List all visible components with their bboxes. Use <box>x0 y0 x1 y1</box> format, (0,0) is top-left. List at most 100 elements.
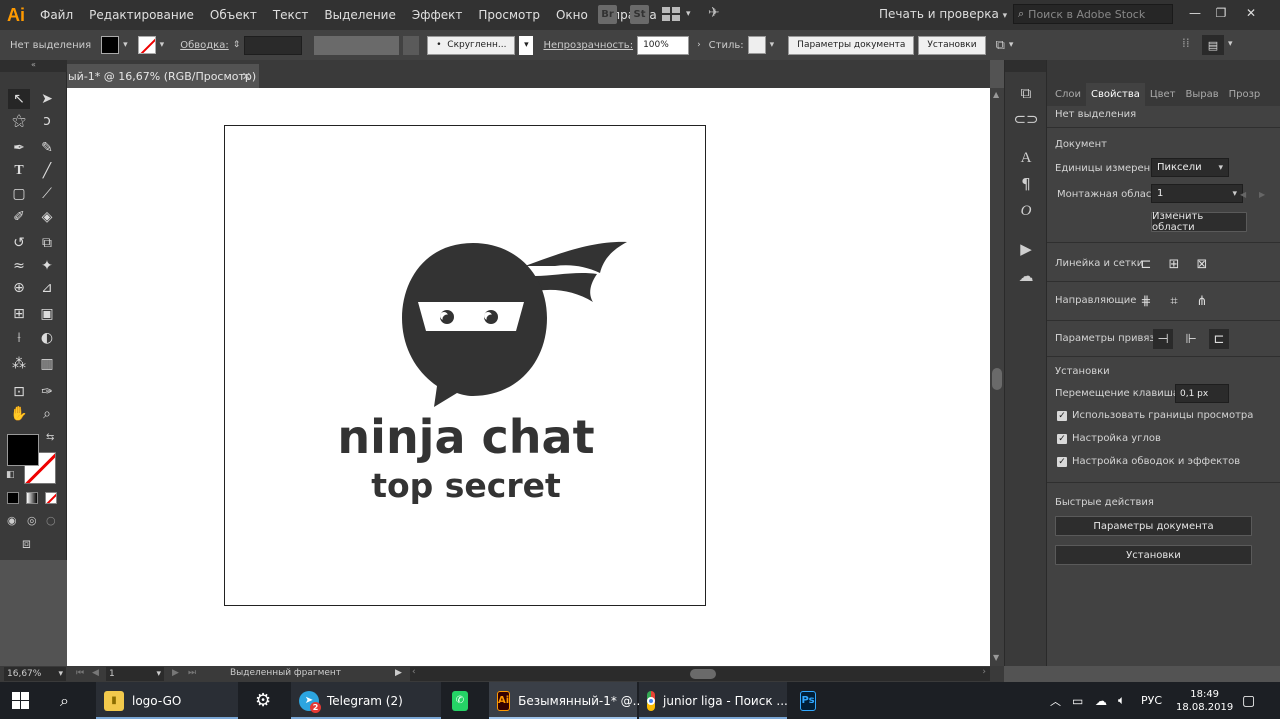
rotate-tool-icon[interactable]: ↺ <box>8 233 30 253</box>
paragraph-icon[interactable]: ¶ <box>1015 173 1037 195</box>
artboard[interactable]: ninja chat top secret <box>224 125 706 606</box>
hand-tool-icon[interactable]: ✋ <box>8 404 30 424</box>
previous-artboard-icon[interactable]: ◀ <box>92 668 99 678</box>
vertical-scrollbar[interactable]: ▲ ▼ <box>990 88 1004 666</box>
scroll-down-icon[interactable]: ▼ <box>993 653 999 662</box>
swap-colors-icon[interactable]: ⇆ <box>46 432 54 443</box>
clock[interactable]: 18:49 18.08.2019 <box>1176 682 1233 719</box>
paintbrush-tool-icon[interactable]: ⟋ <box>36 184 58 204</box>
character-icon[interactable]: A <box>1015 147 1037 169</box>
stroke-swatch[interactable] <box>137 36 156 54</box>
artboard-number-select[interactable]: 1 ▾ <box>106 667 164 681</box>
slice-tool-icon[interactable]: ✑ <box>36 382 58 402</box>
line-tool-icon[interactable]: ╱ <box>36 161 58 181</box>
mesh-tool-icon[interactable]: ⊞ <box>8 304 30 324</box>
chevron-down-icon[interactable] <box>403 35 420 55</box>
scale-tool-icon[interactable]: ⧉ <box>36 233 58 253</box>
tab-align[interactable]: Вырав <box>1180 89 1223 106</box>
magic-wand-icon[interactable]: ⚝ <box>8 111 30 131</box>
next-artboard-icon[interactable]: ▶ <box>172 668 179 678</box>
graphic-style-swatch[interactable] <box>747 36 766 54</box>
shape-builder-icon[interactable]: ⊕ <box>8 278 30 298</box>
chevron-down-icon[interactable]: ▾ <box>770 40 775 50</box>
pen-tool-icon[interactable]: ✒ <box>8 138 30 158</box>
bridge-button[interactable]: Br <box>598 5 617 24</box>
variable-width-profile[interactable] <box>314 35 400 55</box>
draw-normal-icon[interactable]: ◉ <box>7 514 17 527</box>
arrange-documents-icon[interactable] <box>662 7 680 21</box>
brush-definition[interactable]: • Скругленн... <box>427 35 516 55</box>
warp-tool-icon[interactable]: ≈ <box>8 256 30 276</box>
panel-menu-icon[interactable]: ▤ <box>1202 35 1224 55</box>
transparency-grid-icon[interactable]: ⊠ <box>1192 254 1212 274</box>
none-mode-icon[interactable] <box>45 492 57 504</box>
tab-transparency[interactable]: Прозр <box>1224 89 1266 106</box>
taskbar-whatsapp[interactable]: ✆ <box>452 682 476 719</box>
show-guides-icon[interactable]: ⋕ <box>1136 291 1156 311</box>
gradient-mode-icon[interactable] <box>26 492 38 504</box>
stock-button[interactable]: St <box>630 5 649 24</box>
language-indicator[interactable]: РУС <box>1141 682 1162 719</box>
rectangle-tool-icon[interactable]: ▢ <box>8 184 30 204</box>
lock-guides-icon[interactable]: ⌗ <box>1164 291 1184 311</box>
taskbar-telegram[interactable]: ➤ 2 Telegram (2) <box>291 682 441 719</box>
perspective-grid-icon[interactable]: ⊿ <box>36 278 58 298</box>
collapse-icon[interactable]: « <box>0 60 67 72</box>
default-colors-icon[interactable]: ◧ <box>6 470 15 480</box>
next-artboard-icon[interactable]: ▶ <box>1259 190 1265 199</box>
scroll-thumb[interactable] <box>992 368 1002 390</box>
transform-icon[interactable]: ⁞⁞ <box>1182 36 1190 50</box>
direct-selection-tool-icon[interactable]: ➤ <box>36 89 58 109</box>
zoom-tool-icon[interactable]: ⌕ <box>36 404 58 424</box>
menu-select[interactable]: Выделение <box>316 8 403 22</box>
color-mode-icon[interactable] <box>7 492 19 504</box>
checkbox-scale-corners[interactable]: ✓ <box>1057 434 1067 444</box>
scroll-right-icon[interactable]: › <box>982 667 986 677</box>
stroke-label[interactable]: Обводка: <box>180 40 229 51</box>
snap-to-point-icon[interactable]: ⊣ <box>1153 329 1173 349</box>
chevron-down-icon[interactable]: ▾ <box>160 40 165 50</box>
status-menu-icon[interactable]: ▶ <box>395 668 402 678</box>
artboard-tool-icon[interactable]: ⊡ <box>8 382 30 402</box>
artboard-select[interactable]: 1 ▾ <box>1151 184 1243 203</box>
volume-icon[interactable]: 🔈︎ <box>1118 682 1125 719</box>
restore-button[interactable]: ❐ <box>1206 6 1236 20</box>
opacity-label[interactable]: Непрозрачность: <box>543 40 633 51</box>
gpu-performance-icon[interactable]: ✈ <box>708 5 720 21</box>
chevron-right-icon[interactable]: › <box>697 40 701 50</box>
close-window-button[interactable]: ✕ <box>1236 6 1266 20</box>
chevron-down-icon[interactable]: ▾ <box>1009 40 1014 50</box>
menu-window[interactable]: Окно <box>548 8 596 22</box>
chevron-down-icon[interactable]: ▾ <box>519 35 534 55</box>
edit-artboards-button[interactable]: Изменить области <box>1151 211 1247 233</box>
snap-to-pixel-icon[interactable]: ⊩ <box>1181 329 1201 349</box>
align-icon[interactable]: ⧉ <box>996 38 1005 53</box>
opentype-icon[interactable]: O <box>1015 200 1037 222</box>
tab-layers[interactable]: Слои <box>1050 89 1086 106</box>
menu-object[interactable]: Объект <box>202 8 265 22</box>
preferences-button[interactable]: Установки <box>918 35 986 55</box>
tab-color[interactable]: Цвет <box>1145 89 1181 106</box>
fill-swatch[interactable] <box>101 36 120 54</box>
menu-edit[interactable]: Редактирование <box>81 8 202 22</box>
quick-preferences-button[interactable]: Установки <box>1055 545 1252 565</box>
menu-view[interactable]: Просмотр <box>470 8 548 22</box>
puppet-warp-icon[interactable]: ✦ <box>36 256 58 276</box>
taskbar-chrome[interactable]: junior liga - Поиск ... <box>639 682 788 719</box>
document-tab[interactable]: ый-1* @ 16,67% (RGB/Просмотр) ✕ <box>64 64 259 88</box>
taskbar-file-explorer[interactable]: ▮ logo-GO <box>96 682 238 719</box>
keyboard-increment-field[interactable]: 0,1 px <box>1175 384 1229 403</box>
lasso-icon[interactable]: ↄ <box>36 111 58 131</box>
stock-search-box[interactable]: ⌕ Поиск в Adobe Stock <box>1013 4 1173 24</box>
eraser-tool-icon[interactable]: ◈ <box>36 207 58 227</box>
fill-color-box[interactable] <box>7 434 39 466</box>
settings-gear-icon[interactable]: ⚙ <box>255 682 271 719</box>
links-icon[interactable]: ⊂⊃ <box>1013 108 1038 130</box>
screen-mode-icon[interactable]: ⧈ <box>22 536 31 552</box>
cloud-icon[interactable]: ☁ <box>1095 682 1107 719</box>
document-setup-button[interactable]: Параметры документа <box>788 35 915 55</box>
opacity-field[interactable]: 100% <box>637 35 690 55</box>
last-artboard-icon[interactable]: ⏭ <box>188 668 196 678</box>
scroll-up-icon[interactable]: ▲ <box>993 90 999 99</box>
artboards-icon[interactable]: ⧉ <box>1015 82 1037 104</box>
